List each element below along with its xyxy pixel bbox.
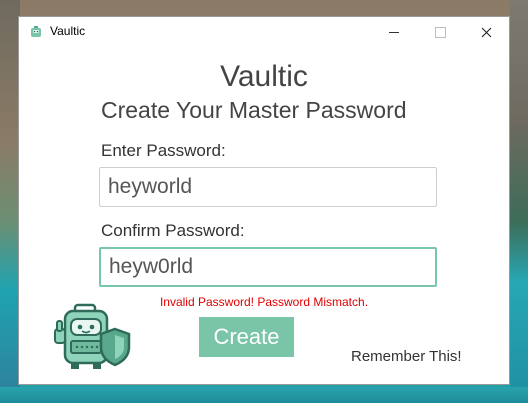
title-bar: Vaultic [19, 17, 509, 47]
desktop-background-right [510, 0, 528, 403]
vault-robot-icon [31, 26, 41, 37]
enter-password-value: heyworld [108, 175, 193, 198]
confirm-password-value: heyw0rld [109, 255, 194, 278]
close-icon [481, 27, 491, 37]
create-button[interactable]: Create [199, 317, 294, 357]
robot-with-shield-icon [54, 303, 131, 369]
close-button[interactable] [463, 17, 509, 47]
minimize-button[interactable] [371, 17, 417, 47]
page-title: Create Your Master Password [101, 97, 407, 123]
enter-password-field[interactable]: heyworld [99, 167, 437, 207]
desktop-background-bottom [0, 387, 528, 403]
enter-password-label: Enter Password: [101, 141, 226, 160]
confirm-password-field[interactable]: heyw0rld [99, 247, 437, 287]
desktop-background-left [0, 0, 20, 403]
minimize-icon [389, 31, 399, 33]
maximize-icon [434, 26, 446, 38]
app-name-heading: Vaultic [220, 60, 308, 93]
maximize-button[interactable] [417, 17, 463, 47]
confirm-password-label: Confirm Password: [101, 221, 245, 240]
window-title: Vaultic [50, 24, 86, 38]
app-window: Vaultic Vaultic Create Your Master Passw… [18, 16, 510, 385]
remember-this-link[interactable]: Remember This! [351, 348, 462, 365]
